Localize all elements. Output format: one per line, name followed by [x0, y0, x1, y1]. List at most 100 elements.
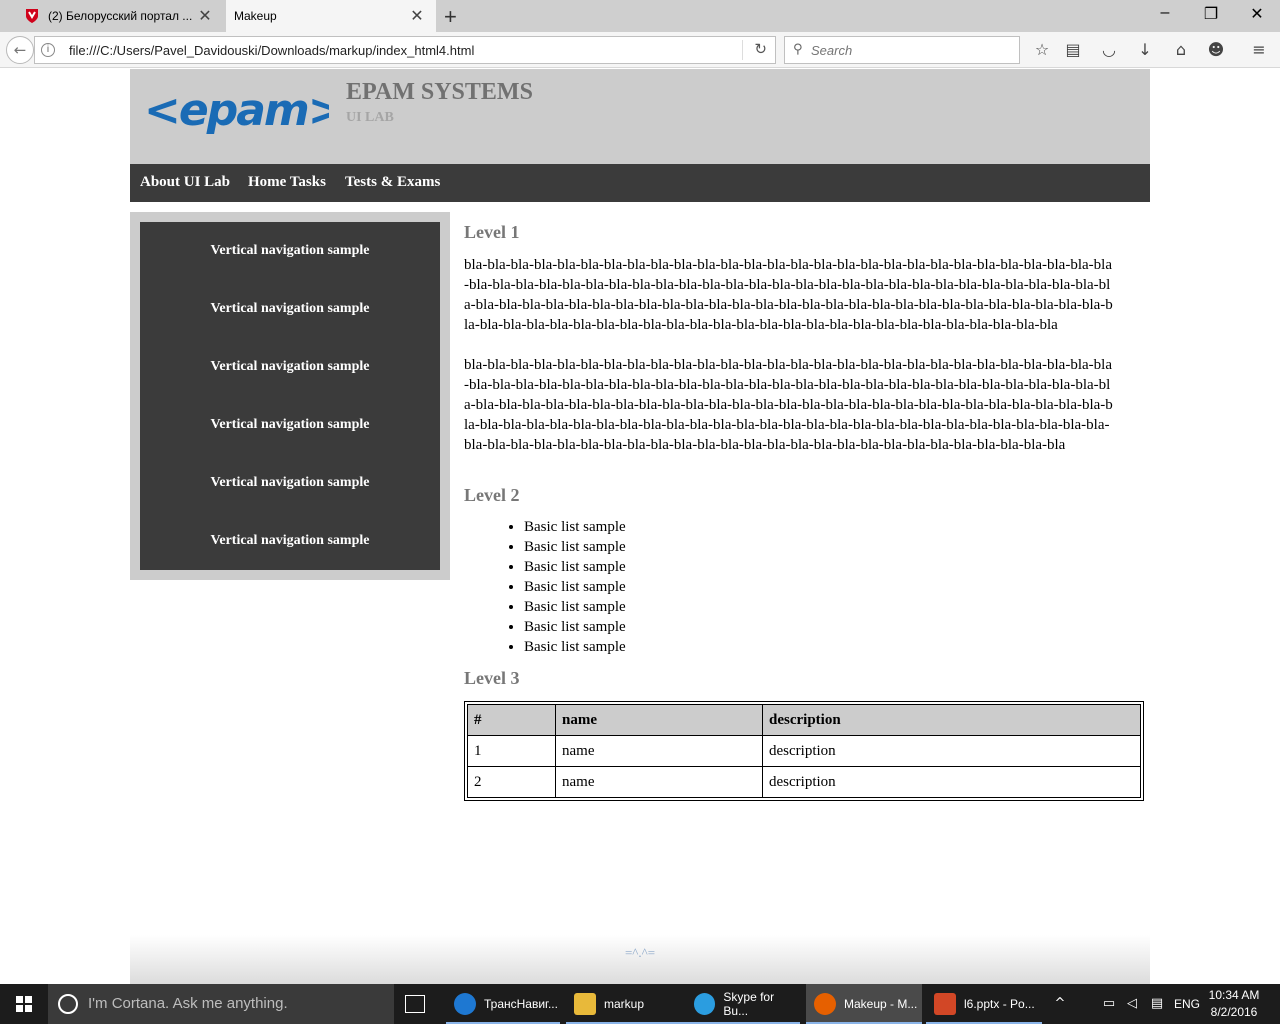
site-title: EPAM SYSTEMS	[346, 79, 533, 105]
taskbar-item-label: markup	[604, 997, 645, 1011]
task-view-icon[interactable]	[405, 995, 425, 1013]
volume-icon[interactable]: ◁	[1122, 984, 1142, 1024]
sidebar: Vertical navigation sample Vertical navi…	[130, 212, 450, 580]
list-item: Basic list sample	[524, 517, 626, 537]
search-input[interactable]	[811, 39, 1011, 61]
language-indicator[interactable]: ENG	[1172, 984, 1202, 1024]
data-table: # name description 1 name description 2 …	[464, 701, 1144, 801]
heading-level-1: Level 1	[464, 222, 520, 242]
navigation-bar: ← i file:///C:/Users/Pavel_Davidouski/Do…	[0, 32, 1280, 68]
clock-time: 10:34 AM	[1208, 988, 1260, 1002]
close-window-icon[interactable]: ✕	[1242, 4, 1272, 24]
heading-level-3: Level 3	[464, 668, 520, 688]
taskbar-item-label: Skype for Bu...	[723, 990, 775, 1018]
taskbar: I'm Cortana. Ask me anything. ТрансНавиг…	[0, 984, 1280, 1024]
pocket-icon[interactable]: ◡	[1098, 40, 1120, 60]
clock[interactable]: 10:34 AM 8/2/2016	[1206, 987, 1262, 1021]
logo-text: <epam>	[144, 85, 329, 135]
close-tab-icon[interactable]: ✕	[196, 6, 214, 26]
tab-active[interactable]: Makeup ✕	[226, 0, 436, 32]
vertical-nav-item[interactable]: Vertical navigation sample	[140, 338, 440, 396]
table-cell: 1	[467, 735, 556, 767]
nav-tests-exams[interactable]: Tests & Exams	[345, 174, 440, 191]
windows-start-icon[interactable]	[0, 984, 48, 1024]
taskbar-item-firefox[interactable]: Makeup - M...	[806, 984, 922, 1024]
clock-date: 8/2/2016	[1210, 1005, 1258, 1019]
site-subtitle: UI LAB	[346, 110, 394, 125]
url-bar[interactable]: i file:///C:/Users/Pavel_Davidouski/Down…	[34, 36, 776, 64]
nav-about-ui-lab[interactable]: About UI Lab	[140, 174, 230, 191]
firefox-icon	[814, 993, 836, 1015]
page: <epam> EPAM SYSTEMS UI LAB About UI Lab …	[130, 69, 1150, 984]
list-item: Basic list sample	[524, 537, 626, 557]
powerpoint-icon	[934, 993, 956, 1015]
info-icon[interactable]: i	[41, 43, 55, 57]
table-cell: description	[762, 766, 1141, 798]
list-item: Basic list sample	[524, 577, 626, 597]
search-icon: ⚲	[793, 42, 803, 57]
taskbar-item-label: ТрансНавиг...	[484, 997, 558, 1011]
paragraph-1: bla-bla-bla-bla-bla-bla-bla-bla-bla-bla-…	[464, 257, 1113, 333]
epam-logo[interactable]: <epam>	[144, 83, 329, 135]
vertical-nav-item[interactable]: Vertical navigation sample	[140, 396, 440, 454]
nav-home-tasks[interactable]: Home Tasks	[248, 174, 326, 191]
shield-icon	[26, 9, 38, 23]
reload-icon[interactable]: ↻	[754, 40, 767, 58]
footer-text: =^.^=	[624, 945, 656, 960]
account-icon[interactable]: ☻	[1205, 40, 1227, 60]
taskbar-item-label: Makeup - M...	[844, 997, 918, 1011]
vertical-nav-item[interactable]: Vertical navigation sample	[140, 454, 440, 512]
table-row: 1 name description	[467, 735, 1141, 767]
table-header-cell: description	[762, 704, 1141, 736]
url-separator	[742, 40, 743, 60]
network-icon[interactable]: ▭	[1098, 984, 1120, 1024]
star-icon[interactable]: ☆	[1031, 40, 1053, 60]
site-header: <epam> EPAM SYSTEMS UI LAB	[130, 69, 1150, 164]
cortana-placeholder: I'm Cortana. Ask me anything.	[88, 995, 288, 1012]
minimize-icon[interactable]: –	[1150, 4, 1180, 22]
new-tab-icon[interactable]: +	[444, 4, 457, 30]
vertical-nav-item[interactable]: Vertical navigation sample	[140, 280, 440, 338]
cortana-icon	[58, 994, 78, 1014]
vertical-navigation: Vertical navigation sample Vertical navi…	[140, 222, 440, 570]
list-item: Basic list sample	[524, 597, 626, 617]
tab-title: Makeup	[234, 9, 277, 23]
tab-inactive[interactable]: (2) Белорусский портал ... ✕	[14, 0, 224, 32]
taskbar-item-skype[interactable]: Skype for Bu...	[686, 984, 800, 1024]
download-icon[interactable]: ↓	[1134, 40, 1156, 60]
list-item: Basic list sample	[524, 617, 626, 637]
tab-title: (2) Белорусский портал ...	[48, 9, 193, 23]
taskbar-item-powerpoint[interactable]: l6.pptx - Po...	[926, 984, 1042, 1024]
vertical-nav-item[interactable]: Vertical navigation sample	[140, 512, 440, 570]
url-text[interactable]: file:///C:/Users/Pavel_Davidouski/Downlo…	[69, 43, 474, 58]
taskbar-item-folder[interactable]: markup	[566, 984, 686, 1024]
table-cell: name	[555, 735, 763, 767]
list-item: Basic list sample	[524, 637, 626, 657]
table-row: 2 name description	[467, 766, 1141, 798]
table-cell: 2	[467, 766, 556, 798]
action-center-icon[interactable]: ▤	[1146, 984, 1168, 1024]
chevron-up-icon[interactable]: ^	[1050, 984, 1070, 1024]
table-header-cell: #	[467, 704, 556, 736]
back-arrow-icon[interactable]: ←	[6, 36, 34, 64]
table-cell: name	[555, 766, 763, 798]
home-icon[interactable]: ⌂	[1170, 40, 1192, 60]
taskbar-item-edge[interactable]: ТрансНавиг...	[446, 984, 560, 1024]
list-item: Basic list sample	[524, 557, 626, 577]
table-header-row: # name description	[467, 704, 1141, 736]
search-box[interactable]: ⚲	[784, 36, 1020, 64]
vertical-nav-item[interactable]: Vertical navigation sample	[140, 222, 440, 280]
folder-icon	[574, 993, 596, 1015]
skype-icon	[694, 993, 716, 1015]
taskbar-item-label: l6.pptx - Po...	[964, 997, 1035, 1011]
restore-icon[interactable]: ❐	[1196, 4, 1226, 24]
reading-list-icon[interactable]: ▤	[1062, 40, 1084, 60]
table-cell: description	[762, 735, 1141, 767]
edge-icon	[454, 993, 476, 1015]
heading-level-2: Level 2	[464, 485, 520, 505]
paragraph-2: bla-bla-bla-bla-bla-bla-bla-bla-bla-bla-…	[464, 357, 1113, 453]
menu-icon[interactable]: ≡	[1248, 40, 1270, 60]
close-tab-icon[interactable]: ✕	[408, 6, 426, 26]
cortana-search[interactable]: I'm Cortana. Ask me anything.	[48, 984, 394, 1024]
basic-list: Basic list sample Basic list sample Basi…	[524, 517, 626, 657]
